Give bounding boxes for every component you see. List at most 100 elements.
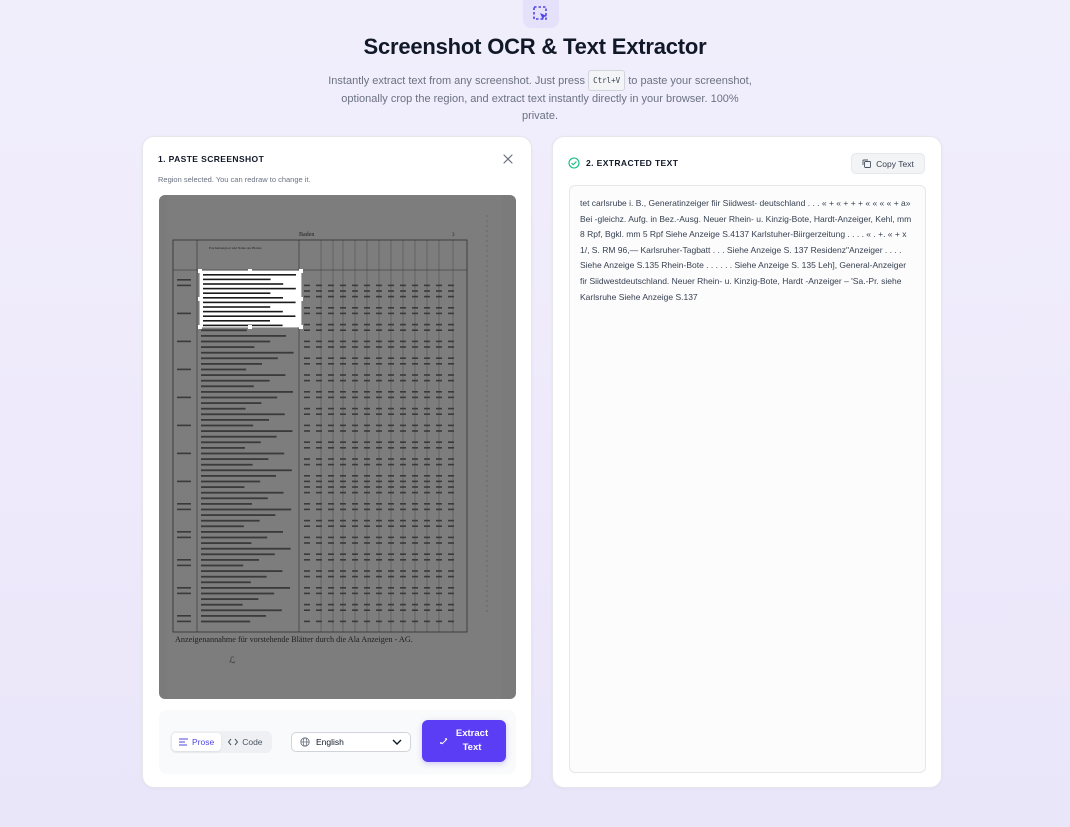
doc-number-cell bbox=[412, 542, 418, 544]
doc-number-cell bbox=[364, 463, 370, 466]
doc-number-cell bbox=[448, 329, 454, 331]
doc-number-cell bbox=[412, 559, 418, 561]
doc-number-cell bbox=[448, 519, 454, 522]
doc-number-cell bbox=[388, 413, 394, 415]
doc-number-cell bbox=[400, 458, 406, 460]
prose-mode-button[interactable]: Prose bbox=[172, 733, 222, 751]
doc-number-cell bbox=[352, 525, 358, 527]
doc-number-cell bbox=[412, 587, 418, 589]
doc-number-cell bbox=[376, 508, 382, 511]
doc-text-row bbox=[201, 469, 292, 472]
doc-number-cell bbox=[340, 295, 346, 298]
doc-number-cell bbox=[376, 542, 382, 544]
doc-number-cell bbox=[448, 603, 454, 606]
doc-number-cell bbox=[340, 587, 346, 589]
doc-population-cell bbox=[177, 536, 191, 539]
extracted-text-panel: 2. EXTRACTED TEXT Copy Text tet carlsrub… bbox=[552, 136, 942, 788]
doc-number-cell bbox=[316, 441, 322, 443]
doc-number-cell bbox=[412, 503, 418, 505]
copy-icon bbox=[862, 159, 872, 168]
doc-number-cell bbox=[388, 284, 394, 287]
doc-number-cell bbox=[448, 447, 454, 449]
doc-number-cell bbox=[400, 424, 406, 427]
doc-number-cell bbox=[424, 559, 430, 561]
doc-number-cell bbox=[364, 312, 370, 315]
extracted-text-output[interactable]: tet carlsrube i. B., Generatinzeiger fii… bbox=[569, 185, 926, 773]
doc-population-cell bbox=[177, 312, 191, 315]
doc-number-cell bbox=[436, 396, 442, 399]
doc-number-cell bbox=[328, 447, 334, 449]
doc-text-row bbox=[201, 587, 290, 589]
language-value: English bbox=[316, 737, 344, 747]
doc-number-cell bbox=[400, 357, 406, 359]
doc-number-cell bbox=[412, 413, 418, 415]
extract-text-button[interactable]: Extract Text bbox=[422, 720, 506, 762]
doc-number-cell bbox=[388, 542, 394, 544]
language-select[interactable]: English bbox=[291, 732, 411, 752]
doc-number-cell bbox=[400, 553, 406, 555]
screenshot-preview[interactable]: Baden 3 Erscheinungsort und Name des Bla… bbox=[159, 195, 516, 699]
doc-population-cell bbox=[177, 279, 191, 281]
doc-number-cell bbox=[448, 290, 454, 292]
doc-number-cell bbox=[388, 329, 394, 331]
doc-text-row bbox=[201, 547, 291, 550]
doc-text-row bbox=[201, 430, 293, 432]
doc-number-cell bbox=[448, 609, 454, 611]
doc-number-cell bbox=[400, 480, 406, 483]
doc-number-cell bbox=[412, 508, 418, 511]
doc-number-cell bbox=[340, 284, 346, 287]
doc-number-cell bbox=[304, 340, 310, 343]
doc-number-cell bbox=[436, 346, 442, 348]
doc-number-cell bbox=[376, 491, 382, 494]
clear-screenshot-button[interactable] bbox=[501, 152, 515, 166]
doc-text-row bbox=[201, 435, 277, 438]
doc-number-cell bbox=[412, 519, 418, 522]
doc-number-cell bbox=[448, 559, 454, 561]
doc-footer: Anzeigenannahme für vorstehende Blätter … bbox=[175, 635, 413, 644]
doc-text-row bbox=[201, 363, 262, 365]
doc-number-cell bbox=[424, 575, 430, 578]
code-mode-button[interactable]: Code bbox=[221, 733, 269, 751]
doc-number-cell bbox=[400, 363, 406, 365]
doc-number-cell bbox=[352, 379, 358, 382]
doc-number-cell bbox=[388, 609, 394, 611]
doc-number-cell bbox=[436, 525, 442, 527]
doc-number-cell bbox=[448, 525, 454, 527]
doc-text-row bbox=[201, 525, 244, 528]
doc-number-cell bbox=[388, 559, 394, 561]
doc-number-cell bbox=[388, 307, 394, 309]
doc-number-cell bbox=[436, 374, 442, 376]
doc-number-cell bbox=[328, 587, 334, 589]
doc-page-header: Baden bbox=[299, 232, 314, 238]
doc-number-cell bbox=[328, 503, 334, 505]
doc-number-cell bbox=[304, 374, 310, 376]
doc-number-cell bbox=[376, 295, 382, 298]
doc-number-cell bbox=[436, 575, 442, 578]
doc-number-cell bbox=[304, 609, 310, 611]
doc-number-cell bbox=[400, 307, 406, 309]
doc-number-cell bbox=[400, 519, 406, 522]
doc-number-cell bbox=[376, 447, 382, 449]
doc-number-cell bbox=[400, 407, 406, 410]
doc-number-cell bbox=[388, 430, 394, 432]
doc-number-cell bbox=[424, 424, 430, 427]
doc-number-cell bbox=[364, 486, 370, 488]
doc-number-cell bbox=[388, 290, 394, 292]
doc-number-cell bbox=[376, 396, 382, 399]
doc-number-cell bbox=[340, 374, 346, 376]
doc-number-cell bbox=[376, 407, 382, 410]
doc-number-cell bbox=[388, 525, 394, 527]
doc-number-cell bbox=[400, 475, 406, 477]
doc-number-cell bbox=[364, 609, 370, 611]
doc-number-cell bbox=[352, 542, 358, 544]
doc-number-cell bbox=[436, 553, 442, 555]
doc-number-cell bbox=[316, 480, 322, 483]
doc-number-cell bbox=[400, 609, 406, 611]
doc-number-cell bbox=[376, 480, 382, 483]
doc-number-cell bbox=[448, 391, 454, 393]
doc-number-cell bbox=[328, 575, 334, 578]
doc-text-row bbox=[201, 385, 254, 388]
sparkle-icon bbox=[439, 737, 448, 744]
doc-number-cell bbox=[304, 536, 310, 539]
copy-text-button[interactable]: Copy Text bbox=[851, 153, 925, 174]
